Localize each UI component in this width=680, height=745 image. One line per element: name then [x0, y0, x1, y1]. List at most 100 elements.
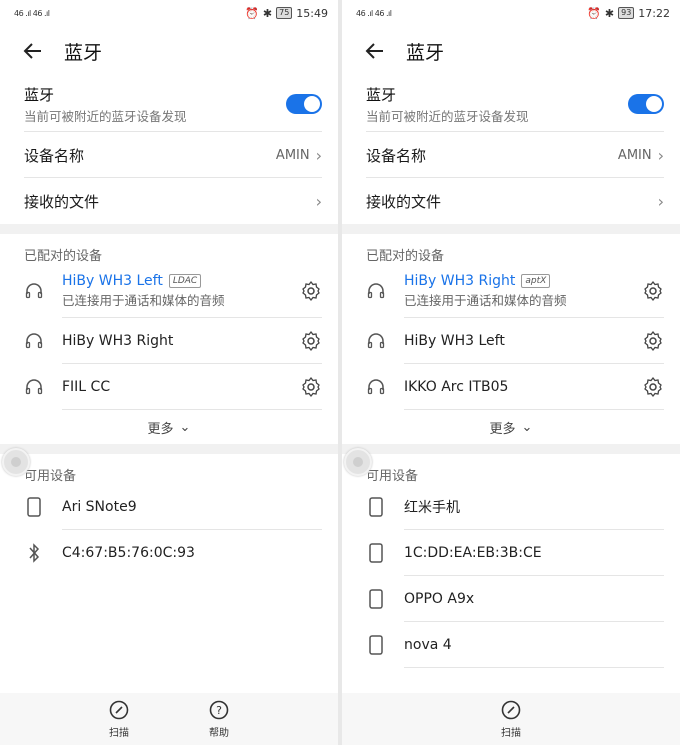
- headphones-icon: [366, 331, 386, 351]
- available-device-item[interactable]: 1C:DD:EA:EB:3B:CE: [366, 530, 664, 576]
- available-devices-header: 可用设备: [366, 469, 419, 484]
- phone-icon: [366, 497, 386, 517]
- headphones-icon: [24, 281, 44, 301]
- right-screen: 46 .ıl 46 .ıl ⏰ ✱ 93 17:22 蓝牙 蓝牙 当前可被附近的…: [342, 0, 680, 745]
- device-name-row[interactable]: 设备名称 AMIN ›: [366, 132, 664, 178]
- status-bar: 46 .ıl 46 .ıl ⏰ ✱ 75 15:49: [0, 0, 338, 26]
- received-files-label: 接收的文件: [366, 192, 442, 211]
- device-name: IKKO Arc ITB05: [404, 379, 509, 395]
- chevron-right-icon: ›: [315, 145, 322, 165]
- bluetooth-icon: [24, 543, 44, 563]
- chevron-right-icon: ›: [315, 191, 322, 211]
- more-button[interactable]: 更多 ⌄: [0, 410, 338, 444]
- device-name: HiBy WH3 Right: [404, 273, 516, 289]
- phone-icon: [366, 589, 386, 609]
- floating-assist-button[interactable]: [344, 448, 372, 476]
- chevron-down-icon: ⌄: [179, 419, 191, 435]
- scan-label: 扫描: [501, 728, 521, 739]
- device-name: Ari SNote9: [62, 499, 137, 515]
- chevron-right-icon: ›: [657, 191, 664, 211]
- bluetooth-label: 蓝牙: [366, 85, 397, 104]
- help-button[interactable]: ? 帮助: [169, 693, 269, 745]
- back-arrow-icon[interactable]: [364, 40, 386, 62]
- available-devices-header: 可用设备: [24, 469, 77, 484]
- received-files-row[interactable]: 接收的文件 ›: [366, 178, 664, 224]
- signal-indicator: 46 .ıl 46 .ıl: [14, 8, 50, 18]
- headphones-icon: [366, 377, 386, 397]
- received-files-label: 接收的文件: [24, 192, 100, 211]
- phone-icon: [24, 497, 44, 517]
- bluetooth-toggle-row[interactable]: 蓝牙 当前可被附近的蓝牙设备发现: [366, 76, 664, 132]
- scan-icon: [501, 700, 521, 720]
- gear-icon[interactable]: [642, 280, 664, 302]
- available-device-item[interactable]: nova 4: [366, 622, 664, 668]
- back-arrow-icon[interactable]: [22, 40, 44, 62]
- help-icon: ?: [209, 700, 229, 720]
- page-title: 蓝牙: [406, 41, 445, 64]
- device-name: OPPO A9x: [404, 591, 475, 607]
- scan-button[interactable]: 扫描: [69, 693, 169, 745]
- received-files-row[interactable]: 接收的文件 ›: [24, 178, 322, 224]
- paired-device-item[interactable]: HiBy WH3 Right aptX 已连接用于通话和媒体的音频: [366, 264, 664, 318]
- phone-icon: [366, 543, 386, 563]
- codec-badge: aptX: [521, 274, 551, 288]
- bluetooth-toggle[interactable]: [286, 94, 322, 114]
- device-name: C4:67:B5:76:0C:93: [62, 545, 195, 561]
- device-name: HiBy WH3 Left: [404, 333, 505, 349]
- page-title: 蓝牙: [64, 41, 103, 64]
- headphones-icon: [24, 377, 44, 397]
- bottom-bar: 扫描 ? 帮助: [0, 693, 338, 745]
- codec-badge: LDAC: [168, 274, 202, 288]
- more-label: 更多: [147, 421, 174, 437]
- bluetooth-label: 蓝牙: [24, 85, 55, 104]
- available-device-item[interactable]: Ari SNote9: [24, 484, 322, 530]
- headphones-icon: [24, 331, 44, 351]
- scan-label: 扫描: [109, 728, 129, 739]
- bluetooth-status-icon: ✱: [262, 6, 273, 20]
- clock: 15:49: [296, 6, 328, 20]
- paired-device-item[interactable]: HiBy WH3 Right: [24, 318, 322, 364]
- device-name: 1C:DD:EA:EB:3B:CE: [404, 545, 542, 561]
- device-name-row[interactable]: 设备名称 AMIN ›: [24, 132, 322, 178]
- status-bar: 46 .ıl 46 .ıl ⏰ ✱ 93 17:22: [342, 0, 680, 26]
- gear-icon[interactable]: [642, 376, 664, 398]
- gear-icon[interactable]: [300, 330, 322, 352]
- clock: 17:22: [638, 6, 670, 20]
- bluetooth-visibility-text: 当前可被附近的蓝牙设备发现: [24, 108, 187, 124]
- device-name-label: 设备名称: [366, 146, 427, 165]
- floating-assist-button[interactable]: [2, 448, 30, 476]
- bluetooth-visibility-text: 当前可被附近的蓝牙设备发现: [366, 108, 529, 124]
- battery-indicator: 75: [276, 7, 293, 19]
- help-label: 帮助: [209, 728, 229, 739]
- chevron-right-icon: ›: [657, 145, 664, 165]
- available-device-item[interactable]: OPPO A9x: [366, 576, 664, 622]
- device-name-label: 设备名称: [24, 146, 85, 165]
- signal-indicator: 46 .ıl 46 .ıl: [356, 8, 392, 18]
- paired-device-item[interactable]: HiBy WH3 Left LDAC 已连接用于通话和媒体的音频: [24, 264, 322, 318]
- gear-icon[interactable]: [300, 376, 322, 398]
- bluetooth-status-icon: ✱: [604, 6, 615, 20]
- left-screen: 46 .ıl 46 .ıl ⏰ ✱ 75 15:49 蓝牙 蓝牙 当前可被附近的…: [0, 0, 338, 745]
- device-name-value: AMIN: [275, 147, 310, 163]
- battery-indicator: 93: [618, 7, 635, 19]
- alarm-icon: ⏰: [245, 6, 259, 20]
- device-name-value: AMIN: [617, 147, 652, 163]
- bluetooth-toggle[interactable]: [628, 94, 664, 114]
- device-name: HiBy WH3 Left: [62, 273, 163, 289]
- paired-devices-header: 已配对的设备: [24, 249, 103, 264]
- scan-button[interactable]: 扫描: [461, 693, 561, 745]
- paired-device-item[interactable]: IKKO Arc ITB05: [366, 364, 664, 410]
- gear-icon[interactable]: [300, 280, 322, 302]
- bottom-bar: 扫描: [342, 693, 680, 745]
- available-device-item[interactable]: C4:67:B5:76:0C:93: [24, 530, 322, 576]
- bluetooth-toggle-row[interactable]: 蓝牙 当前可被附近的蓝牙设备发现: [24, 76, 322, 132]
- phone-icon: [366, 635, 386, 655]
- scan-icon: [109, 700, 129, 720]
- more-button[interactable]: 更多 ⌄: [342, 410, 680, 444]
- paired-device-item[interactable]: FIIL CC: [24, 364, 322, 410]
- paired-device-item[interactable]: HiBy WH3 Left: [366, 318, 664, 364]
- device-name: nova 4: [404, 637, 452, 653]
- available-device-item[interactable]: 红米手机: [366, 484, 664, 530]
- gear-icon[interactable]: [642, 330, 664, 352]
- paired-devices-header: 已配对的设备: [366, 249, 445, 264]
